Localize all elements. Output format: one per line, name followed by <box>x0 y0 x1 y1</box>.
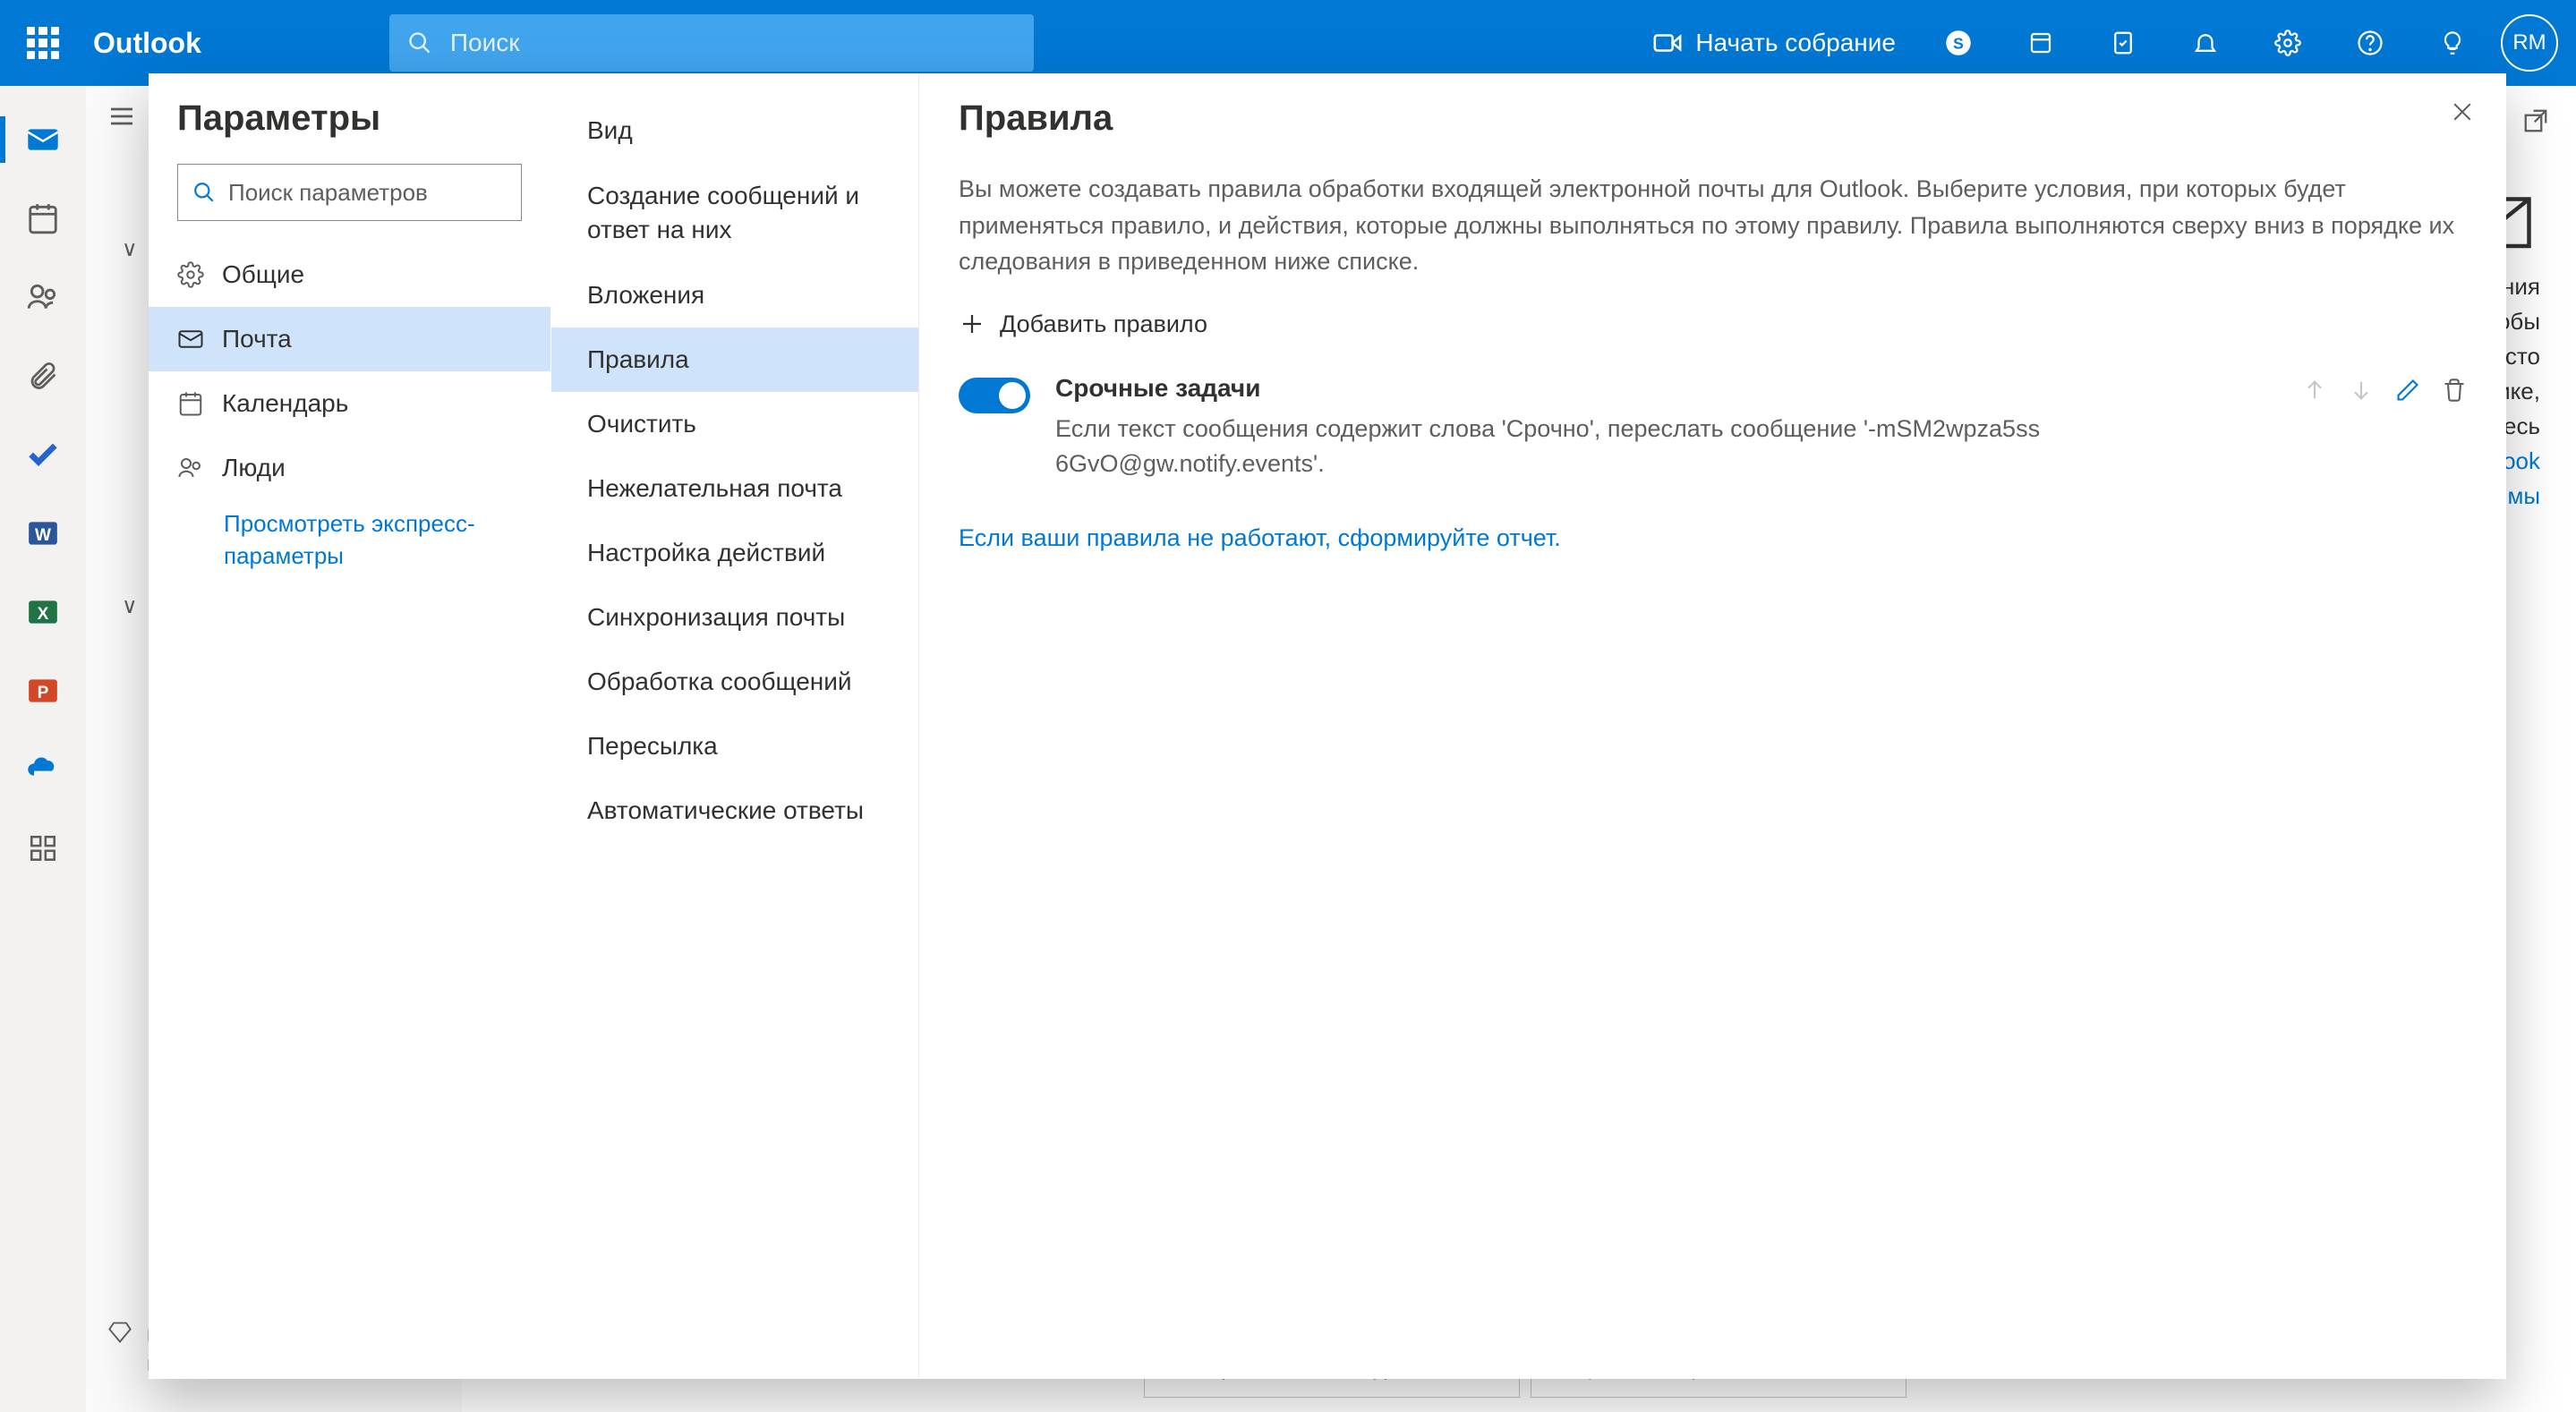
sub-view[interactable]: Вид <box>551 98 918 163</box>
apps-icon <box>28 833 58 863</box>
category-calendar[interactable]: Календарь <box>149 371 550 436</box>
meet-label: Начать собрание <box>1695 29 1896 57</box>
rail-onedrive[interactable] <box>0 730 86 809</box>
sub-sweep[interactable]: Очистить <box>551 392 918 456</box>
rail-word[interactable]: W <box>0 494 86 573</box>
sub-forward[interactable]: Пересылка <box>551 714 918 778</box>
sub-junk[interactable]: Нежелательная почта <box>551 456 918 521</box>
rail-apps[interactable] <box>0 809 86 888</box>
check-icon <box>25 437 61 472</box>
left-rail: W X P <box>0 86 86 1412</box>
sub-rules[interactable]: Правила <box>551 327 918 392</box>
rule-description: Если текст сообщения содержит слова 'Сро… <box>1055 412 2277 481</box>
sub-actions[interactable]: Настройка действий <box>551 521 918 585</box>
rail-excel[interactable]: X <box>0 573 86 651</box>
plus-icon <box>959 310 985 337</box>
delete-rule-icon[interactable] <box>2442 378 2467 403</box>
svg-text:W: W <box>35 526 51 545</box>
sub-auto[interactable]: Автоматические ответы <box>551 778 918 843</box>
people-icon <box>26 280 60 314</box>
account-avatar[interactable]: RM <box>2501 14 2558 72</box>
settings-categories: Параметры Поиск параметров Общие Почта К… <box>149 73 551 1379</box>
onedrive-icon <box>25 752 61 787</box>
settings-subcategories: Вид Создание сообщений и ответ на них Вл… <box>551 73 918 1379</box>
attach-icon <box>27 360 59 392</box>
rail-calendar[interactable] <box>0 179 86 258</box>
hamburger-icon[interactable] <box>107 102 136 131</box>
category-mail-label: Почта <box>222 325 292 353</box>
category-people-label: Люди <box>222 454 286 482</box>
people-icon <box>177 455 204 481</box>
edit-rule-icon[interactable] <box>2395 378 2420 403</box>
settings-search-placeholder: Поиск параметров <box>228 179 428 207</box>
search-input[interactable]: Поиск <box>389 14 1034 72</box>
move-down-icon <box>2349 378 2374 403</box>
search-icon <box>407 30 432 55</box>
settings-dialog: Параметры Поиск параметров Общие Почта К… <box>149 73 2506 1379</box>
sub-attachments[interactable]: Вложения <box>551 263 918 327</box>
app-launcher[interactable] <box>0 0 86 86</box>
avatar-initials: RM <box>2512 30 2546 55</box>
rail-mail[interactable] <box>0 100 86 179</box>
add-rule-button[interactable]: Добавить правило <box>959 302 2467 358</box>
category-general[interactable]: Общие <box>149 242 550 307</box>
view-quick-settings-link[interactable]: Просмотреть экспресс-параметры <box>149 500 550 573</box>
gear-icon <box>177 261 204 288</box>
mail-icon <box>25 122 61 157</box>
video-icon <box>1652 28 1683 58</box>
popout-icon[interactable] <box>2522 107 2549 134</box>
close-icon <box>2449 98 2476 125</box>
category-people[interactable]: Люди <box>149 436 550 500</box>
search-placeholder: Поиск <box>450 29 520 57</box>
panel-title: Правила <box>959 98 2467 139</box>
category-calendar-label: Календарь <box>222 389 348 418</box>
svg-text:P: P <box>38 684 49 702</box>
mail-icon <box>177 326 204 353</box>
rail-powerpoint[interactable]: P <box>0 651 86 730</box>
svg-text:X: X <box>38 605 49 624</box>
rules-report-link[interactable]: Если ваши правила не работают, сформируй… <box>959 524 1561 552</box>
category-general-label: Общие <box>222 260 304 289</box>
rail-files[interactable] <box>0 336 86 415</box>
search-icon <box>192 181 216 204</box>
rule-row: Срочные задачи Если текст сообщения соде… <box>959 358 2467 498</box>
dialog-close-button[interactable] <box>2449 98 2476 130</box>
diamond-icon <box>107 1320 132 1345</box>
rule-name: Срочные задачи <box>1055 374 2277 403</box>
rail-todo[interactable] <box>0 415 86 494</box>
settings-search-input[interactable]: Поиск параметров <box>177 164 522 221</box>
excel-icon: X <box>26 595 60 629</box>
calendar-icon <box>177 390 204 417</box>
settings-panel: Правила Вы можете создавать правила обра… <box>918 73 2506 1379</box>
word-icon: W <box>26 516 60 550</box>
calendar-icon <box>26 201 60 235</box>
rail-people[interactable] <box>0 258 86 336</box>
panel-description: Вы можете создавать правила обработки вх… <box>959 171 2467 280</box>
brand-label: Outlook <box>93 27 201 60</box>
category-mail[interactable]: Почта <box>149 307 550 371</box>
svg-text:S: S <box>1953 34 1964 52</box>
add-rule-label: Добавить правило <box>1000 310 1207 338</box>
sub-handling[interactable]: Обработка сообщений <box>551 650 918 714</box>
move-up-icon <box>2302 378 2327 403</box>
powerpoint-icon: P <box>26 674 60 708</box>
sub-sync[interactable]: Синхронизация почты <box>551 585 918 650</box>
sub-compose[interactable]: Создание сообщений и ответ на них <box>551 163 918 263</box>
settings-title: Параметры <box>149 98 550 164</box>
rule-toggle[interactable] <box>959 378 1030 413</box>
